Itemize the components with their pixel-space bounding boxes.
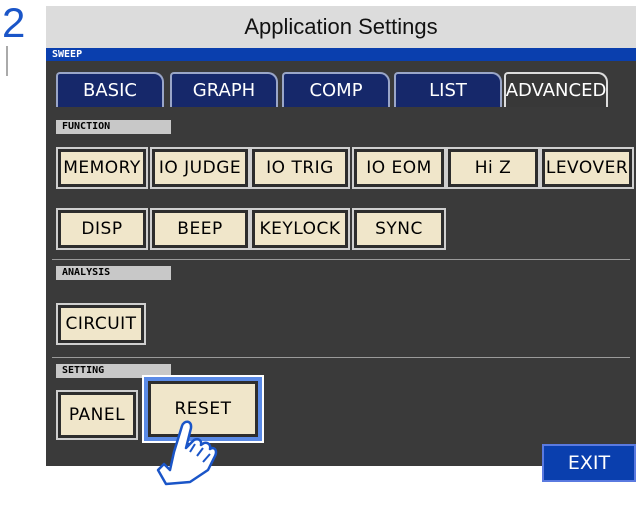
- panel-button[interactable]: PANEL: [56, 390, 138, 440]
- step-divider: [6, 46, 8, 76]
- exit-button[interactable]: EXIT: [542, 444, 636, 482]
- circuit-button[interactable]: CIRCUIT: [56, 303, 146, 345]
- memory-button[interactable]: MEMORY: [56, 147, 148, 189]
- tab-basic[interactable]: BASIC: [56, 72, 164, 107]
- beep-button[interactable]: BEEP: [150, 208, 250, 250]
- section-divider: [52, 259, 630, 260]
- window-title: Application Settings: [46, 6, 636, 48]
- mode-indicator: SWEEP: [46, 48, 636, 61]
- hi-z-button[interactable]: Hi Z: [446, 147, 540, 189]
- io-eom-button[interactable]: IO EOM: [352, 147, 446, 189]
- pointing-hand-icon: [150, 410, 220, 490]
- io-trig-button[interactable]: IO TRIG: [250, 147, 350, 189]
- tab-comp[interactable]: COMP: [282, 72, 390, 107]
- application-settings-window: Application Settings SWEEP BASIC GRAPH C…: [46, 6, 636, 482]
- step-number: 2: [2, 0, 26, 46]
- section-function-label: FUNCTION: [56, 120, 171, 134]
- levover-button[interactable]: LEVOVER: [540, 147, 634, 189]
- keylock-button[interactable]: KEYLOCK: [250, 208, 350, 250]
- section-divider: [52, 357, 630, 358]
- section-setting-label: SETTING: [56, 364, 171, 378]
- tab-advanced[interactable]: ADVANCED: [504, 72, 608, 107]
- disp-button[interactable]: DISP: [56, 208, 148, 250]
- tab-list[interactable]: LIST: [394, 72, 502, 107]
- tab-graph[interactable]: GRAPH: [170, 72, 278, 107]
- sync-button[interactable]: SYNC: [352, 208, 446, 250]
- io-judge-button[interactable]: IO JUDGE: [150, 147, 250, 189]
- section-analysis-label: ANALYSIS: [56, 266, 171, 280]
